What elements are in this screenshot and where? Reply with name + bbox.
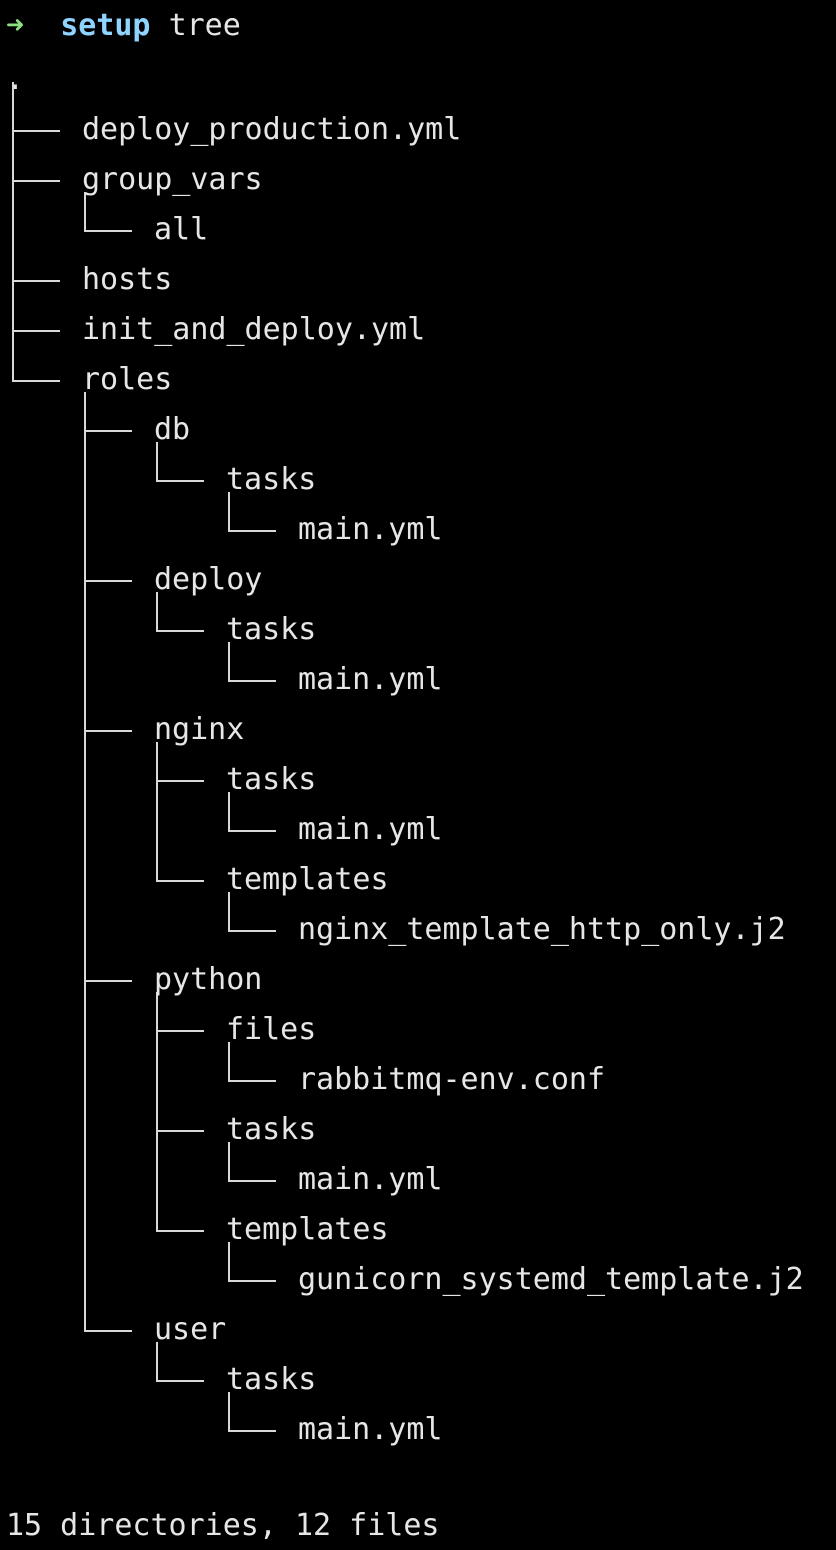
tree-entry: roles bbox=[82, 362, 173, 397]
tree-entry: main.yml bbox=[298, 662, 443, 697]
tree-trunk-line bbox=[12, 130, 14, 182]
tree-branch-line bbox=[12, 380, 60, 382]
tree-entry: rabbitmq-env.conf bbox=[298, 1062, 606, 1097]
tree-branch-line bbox=[156, 1380, 204, 1382]
tree-entry: tasks bbox=[226, 1112, 317, 1147]
tree-branch-line bbox=[84, 1330, 132, 1332]
tree-trunk-line bbox=[12, 280, 14, 332]
tree-trunk-line bbox=[156, 780, 158, 882]
tree-entry: python bbox=[154, 962, 263, 997]
command-text: tree bbox=[168, 8, 241, 43]
tree-trunk-line bbox=[84, 580, 86, 732]
tree-entry: init_and_deploy.yml bbox=[82, 312, 426, 347]
tree-entry: nginx bbox=[154, 712, 245, 747]
tree-trunk-line bbox=[12, 180, 14, 282]
tree-entry: hosts bbox=[82, 262, 173, 297]
tree-branch-line bbox=[84, 980, 132, 982]
tree-trunk-line bbox=[12, 330, 14, 382]
tree-branch-line bbox=[228, 1080, 276, 1082]
tree-entry: main.yml bbox=[298, 512, 443, 547]
tree-trunk-line bbox=[12, 82, 14, 132]
tree-entry: main.yml bbox=[298, 1162, 443, 1197]
tree-branch-line bbox=[228, 1280, 276, 1282]
tree-branch-line bbox=[228, 930, 276, 932]
tree-entry: gunicorn_systemd_template.j2 bbox=[298, 1262, 804, 1297]
tree-branch-line bbox=[156, 780, 204, 782]
tree-entry: tasks bbox=[226, 1362, 317, 1397]
tree-entry: group_vars bbox=[82, 162, 263, 197]
tree-branch-line bbox=[156, 880, 204, 882]
prompt-arrow-icon: ➜ bbox=[6, 8, 25, 43]
tree-trunk-line bbox=[84, 980, 86, 1332]
tree-summary: 15 directories, 12 files bbox=[6, 1508, 440, 1543]
tree-branch-line bbox=[84, 230, 132, 232]
tree-branch-line bbox=[228, 1430, 276, 1432]
tree-root-marker: . bbox=[6, 62, 25, 97]
tree-entry: deploy_production.yml bbox=[82, 112, 462, 147]
tree-branch-line bbox=[156, 1230, 204, 1232]
tree-branch-line bbox=[156, 1130, 204, 1132]
tree-branch-line bbox=[12, 330, 60, 332]
tree-branch-line bbox=[84, 580, 132, 582]
tree-entry: main.yml bbox=[298, 812, 443, 847]
tree-branch-line bbox=[156, 1030, 204, 1032]
tree-entry: tasks bbox=[226, 762, 317, 797]
tree-entry: all bbox=[154, 212, 209, 247]
tree-branch-line bbox=[84, 730, 132, 732]
terminal-window: ➜ setup tree . deploy_production.ymlgrou… bbox=[0, 0, 836, 1550]
tree-branch-line bbox=[12, 180, 60, 182]
current-directory: setup bbox=[60, 8, 151, 43]
tree-entry: files bbox=[226, 1012, 317, 1047]
tree-entry: templates bbox=[226, 862, 389, 897]
shell-prompt: ➜ setup tree bbox=[6, 6, 241, 46]
tree-trunk-line bbox=[84, 430, 86, 582]
tree-trunk-line bbox=[156, 1030, 158, 1132]
tree-entry: main.yml bbox=[298, 1412, 443, 1447]
tree-entry: tasks bbox=[226, 462, 317, 497]
tree-branch-line bbox=[228, 1180, 276, 1182]
tree-entry: tasks bbox=[226, 612, 317, 647]
tree-entry: nginx_template_http_only.j2 bbox=[298, 912, 786, 947]
tree-branch-line bbox=[12, 280, 60, 282]
tree-branch-line bbox=[228, 530, 276, 532]
tree-entry: user bbox=[154, 1312, 227, 1347]
tree-branch-line bbox=[228, 680, 276, 682]
tree-branch-line bbox=[12, 130, 60, 132]
tree-trunk-line bbox=[84, 730, 86, 982]
tree-branch-line bbox=[156, 480, 204, 482]
tree-entry: deploy bbox=[154, 562, 263, 597]
tree-branch-line bbox=[84, 430, 132, 432]
tree-branch-line bbox=[228, 830, 276, 832]
tree-branch-line bbox=[156, 630, 204, 632]
tree-trunk-line bbox=[156, 1130, 158, 1232]
tree-entry: templates bbox=[226, 1212, 389, 1247]
tree-entry: db bbox=[154, 412, 191, 447]
